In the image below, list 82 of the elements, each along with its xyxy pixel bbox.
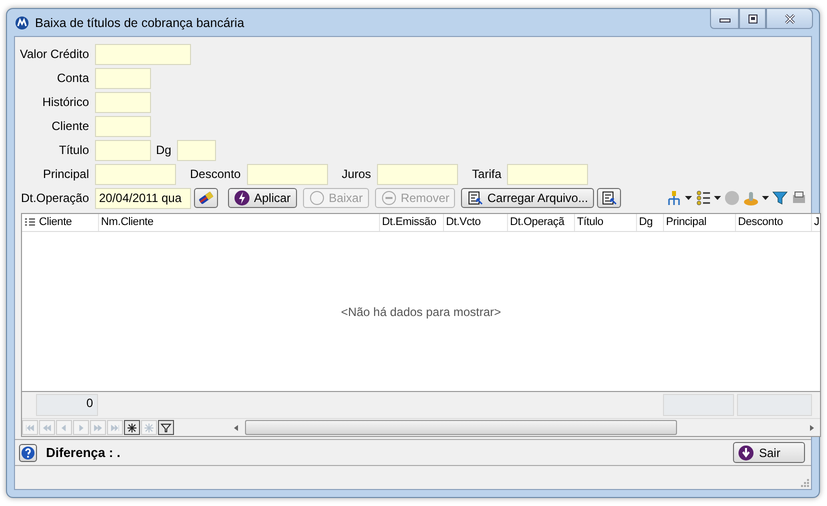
count-cell: 0 bbox=[36, 394, 98, 416]
help-button[interactable] bbox=[19, 444, 37, 462]
arrow-icon bbox=[109, 422, 121, 434]
maximize-icon bbox=[746, 14, 760, 24]
list-icon bbox=[695, 190, 711, 206]
field-label: Dg bbox=[155, 143, 172, 157]
column-header[interactable]: Dg bbox=[637, 214, 664, 231]
input-field[interactable] bbox=[95, 44, 191, 64]
field-label: Conta bbox=[56, 71, 90, 85]
joystick-icon bbox=[743, 190, 759, 206]
difference-label: Diferença : . bbox=[46, 445, 122, 460]
app-logo-icon bbox=[15, 16, 29, 30]
action-button[interactable]: Aplicar bbox=[228, 188, 297, 208]
arrow-icon bbox=[24, 422, 36, 434]
printer-icon bbox=[791, 190, 807, 206]
column-header[interactable]: Dt.Operaçã bbox=[508, 214, 575, 231]
dropdown-button[interactable] bbox=[743, 190, 769, 206]
toolbar-button[interactable] bbox=[772, 190, 788, 206]
column-chooser-icon bbox=[23, 216, 37, 228]
filter-icon bbox=[160, 422, 172, 434]
scroll-right-icon bbox=[809, 424, 815, 432]
input-field[interactable] bbox=[95, 116, 151, 136]
lightning-icon bbox=[234, 190, 250, 206]
column-header[interactable]: Cliente bbox=[37, 214, 99, 231]
field-label: Desconto bbox=[189, 167, 242, 181]
arrow-icon bbox=[92, 422, 104, 434]
field-label: Título bbox=[58, 143, 90, 157]
scroll-left-icon bbox=[233, 424, 239, 432]
dropdown-caret-icon bbox=[762, 196, 769, 200]
dropdown-button[interactable] bbox=[666, 190, 692, 206]
column-header[interactable]: Dt.Vcto bbox=[444, 214, 508, 231]
minimize-button[interactable] bbox=[710, 8, 739, 29]
dropdown-button[interactable] bbox=[695, 190, 721, 206]
input-field[interactable] bbox=[507, 164, 588, 184]
input-field[interactable] bbox=[95, 164, 176, 184]
asterisk-icon bbox=[126, 422, 138, 434]
input-field[interactable] bbox=[177, 140, 216, 160]
resize-grip-icon bbox=[799, 477, 809, 487]
input-field[interactable] bbox=[377, 164, 458, 184]
navigator-button[interactable] bbox=[124, 420, 140, 435]
tree-icon bbox=[666, 190, 682, 206]
circle-icon bbox=[308, 190, 325, 206]
input-field[interactable] bbox=[246, 164, 328, 184]
document-arrow-icon bbox=[467, 190, 484, 206]
exit-button[interactable]: Sair bbox=[733, 442, 805, 463]
close-button[interactable] bbox=[766, 8, 813, 29]
document-arrow-icon bbox=[601, 190, 618, 206]
dot-icon bbox=[724, 190, 740, 206]
column-header[interactable]: Desconto bbox=[736, 214, 812, 231]
input-field[interactable] bbox=[95, 140, 151, 160]
asterisk-icon bbox=[143, 422, 155, 434]
icon-button[interactable] bbox=[597, 188, 622, 208]
dropdown-caret-icon bbox=[685, 196, 692, 200]
field-label: Tarifa bbox=[471, 167, 502, 181]
field-label: Histórico bbox=[41, 95, 90, 109]
column-header[interactable]: Principal bbox=[664, 214, 736, 231]
field-label: Principal bbox=[42, 167, 90, 181]
field-label: Cliente bbox=[50, 119, 90, 133]
column-header[interactable]: J bbox=[812, 214, 820, 231]
column-header[interactable]: Nm.Cliente bbox=[99, 214, 380, 231]
maximize-button[interactable] bbox=[739, 8, 766, 29]
input-field[interactable]: 20/04/2011 qua bbox=[95, 188, 191, 208]
empty-message: <Não há dados para mostrar> bbox=[340, 304, 502, 318]
field-label: Dt.Operação bbox=[20, 191, 90, 205]
minus-icon bbox=[380, 190, 397, 206]
field-label: Valor Crédito bbox=[19, 47, 90, 61]
toolbar-button[interactable] bbox=[791, 190, 807, 206]
navigator-button[interactable] bbox=[158, 420, 174, 435]
funnel-icon bbox=[772, 190, 788, 206]
icon-button[interactable] bbox=[194, 188, 218, 208]
window-title: Baixa de títulos de cobrança bancária bbox=[35, 16, 244, 30]
close-icon bbox=[782, 14, 796, 24]
dropdown-caret-icon bbox=[714, 196, 721, 200]
column-header[interactable]: Título bbox=[575, 214, 637, 231]
input-field[interactable] bbox=[95, 68, 151, 88]
arrow-icon bbox=[41, 422, 53, 434]
column-header[interactable]: Dt.Emissão bbox=[380, 214, 444, 231]
input-field[interactable] bbox=[95, 92, 151, 112]
field-label: Juros bbox=[340, 167, 372, 181]
help-icon bbox=[21, 446, 35, 460]
action-button[interactable]: Carregar Arquivo... bbox=[461, 188, 594, 208]
eraser-icon bbox=[198, 190, 214, 206]
